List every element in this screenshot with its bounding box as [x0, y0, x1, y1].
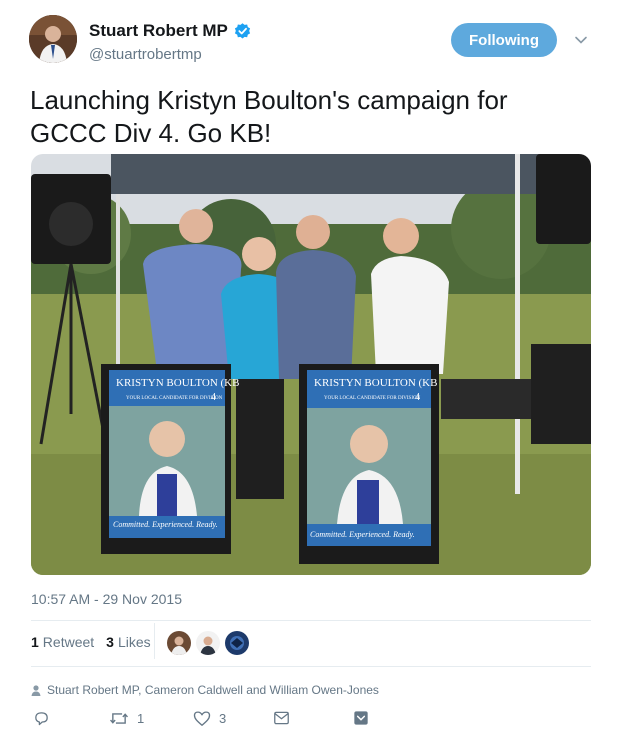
reply-icon	[35, 712, 48, 726]
retweet-count: 1	[31, 634, 39, 650]
tweet-stats: 1 Retweet 3 Likes	[31, 634, 163, 650]
reply-button[interactable]	[33, 710, 58, 727]
sign-2-subtitle: YOUR LOCAL CANDIDATE FOR DIVISION	[324, 396, 421, 401]
following-button[interactable]: Following	[451, 23, 557, 57]
like-action-count: 3	[219, 711, 227, 726]
liked-by-context: Stuart Robert MP, Cameron Caldwell and W…	[31, 683, 379, 697]
liker-avatar[interactable]	[225, 631, 249, 655]
retweet-action-count: 1	[137, 711, 145, 726]
tweet-text: Launching Kristyn Boulton's campaign for…	[30, 85, 508, 148]
name-row: Stuart Robert MP	[89, 21, 252, 41]
person-icon	[31, 684, 41, 696]
stats-separator	[154, 623, 155, 659]
tweet-timestamp[interactable]: 10:57 AM - 29 Nov 2015	[31, 591, 182, 607]
chevron-down-icon[interactable]	[574, 33, 588, 47]
avatar[interactable]	[29, 15, 77, 63]
more-options-button[interactable]	[353, 710, 377, 726]
tweet-actions: 1 3	[31, 710, 431, 732]
chevron-down-icon	[354, 711, 368, 725]
tweet-header: Stuart Robert MP @stuartrobertmp Followi…	[29, 15, 595, 67]
sign-1-subtitle: YOUR LOCAL CANDIDATE FOR DIVISION	[126, 396, 223, 401]
sign-1-slogan: Committed. Experienced. Ready.	[113, 520, 218, 529]
tweet-photo[interactable]: KRISTYN BOULTON (KB YOUR LOCAL CANDIDATE…	[31, 154, 591, 575]
direct-message-button[interactable]	[273, 710, 298, 726]
likes-stat[interactable]: 3 Likes	[106, 634, 150, 650]
retweet-label: Retweet	[42, 634, 95, 650]
likes-count: 3	[106, 634, 114, 650]
sign-1-name: KRISTYN BOULTON (KB	[116, 377, 239, 389]
sign-2-slogan: Committed. Experienced. Ready.	[310, 530, 415, 539]
liker-avatar[interactable]	[196, 631, 220, 655]
verified-badge-icon	[234, 22, 250, 39]
display-name[interactable]: Stuart Robert MP	[89, 21, 228, 41]
context-text[interactable]: Stuart Robert MP, Cameron Caldwell and W…	[47, 683, 379, 697]
retweet-stat[interactable]: 1 Retweet	[31, 634, 94, 650]
user-handle[interactable]: @stuartrobertmp	[89, 46, 202, 63]
likers-avatars	[167, 631, 254, 655]
retweet-icon	[110, 713, 128, 724]
sign-2-division: 4	[415, 392, 420, 403]
likes-label: Likes	[117, 634, 151, 650]
sign-1-division: 4	[211, 392, 216, 403]
divider	[31, 666, 591, 667]
liker-avatar[interactable]	[167, 631, 191, 655]
envelope-icon	[274, 711, 289, 725]
like-button[interactable]: 3	[193, 710, 226, 727]
heart-icon	[193, 711, 211, 726]
retweet-button[interactable]: 1	[109, 710, 144, 727]
sign-2-name: KRISTYN BOULTON (KB	[314, 377, 437, 389]
divider	[31, 620, 591, 621]
